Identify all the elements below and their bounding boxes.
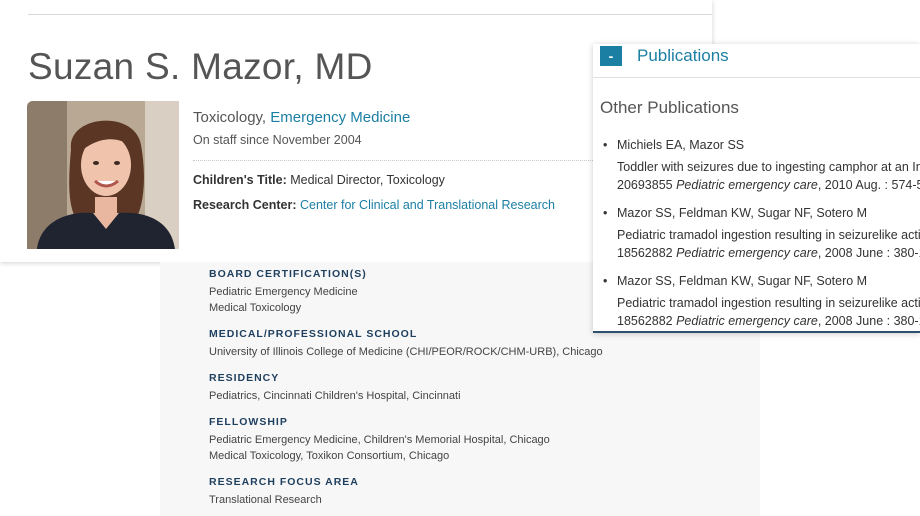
publication-pmid: 18562882 — [617, 314, 677, 328]
medical-school-section: MEDICAL/PROFESSIONAL SCHOOL University o… — [209, 328, 603, 360]
bullet-icon: • — [603, 138, 608, 152]
publication-journal: Pediatric emergency care — [676, 314, 818, 328]
medical-school-heading: MEDICAL/PROFESSIONAL SCHOOL — [209, 328, 418, 340]
publication-title[interactable]: Pediatric tramadol ingestion resulting i… — [617, 228, 920, 242]
childrens-title-value: Medical Director, Toxicology — [286, 173, 445, 187]
bullet-icon: • — [603, 206, 608, 220]
publication-journal: Pediatric emergency care — [676, 246, 818, 260]
publication-item: • Mazor SS, Feldman KW, Sugar NF, Sotero … — [603, 272, 920, 330]
board-certification-heading: BOARD CERTIFICATION(S) — [209, 268, 367, 280]
publication-item: • Michiels EA, Mazor SS Toddler with seiz… — [603, 136, 920, 194]
publication-title[interactable]: Pediatric tramadol ingestion resulting i… — [617, 296, 920, 310]
research-focus-item: Translational Research — [209, 494, 322, 506]
doctor-name: Suzan S. Mazor, MD — [28, 46, 373, 87]
specialty-primary: Toxicology, — [193, 109, 271, 126]
fellowship-item: Pediatric Emergency Medicine, Children's… — [209, 434, 550, 446]
research-center-link[interactable]: Center for Clinical and Translational Re… — [300, 198, 555, 212]
specialty-emergency-medicine-link[interactable]: Emergency Medicine — [270, 109, 410, 126]
publication-citation: , 2008 June : 380-1 — [817, 246, 920, 260]
research-center-row: Research Center: Center for Clinical and… — [193, 198, 555, 212]
publication-authors: Mazor SS, Feldman KW, Sugar NF, Sotero M — [617, 274, 868, 288]
board-certification-section: BOARD CERTIFICATION(S) Pediatric Emergen… — [209, 268, 367, 316]
fellowship-section: FELLOWSHIP Pediatric Emergency Medicine,… — [209, 416, 550, 464]
childrens-title-label: Children's Title: — [193, 173, 287, 187]
research-focus-section: RESEARCH FOCUS AREA Translational Resear… — [209, 476, 359, 508]
publication-item: • Mazor SS, Feldman KW, Sugar NF, Sotero … — [603, 204, 920, 262]
publication-pmid: 20693855 — [617, 178, 677, 192]
childrens-title-row: Children's Title: Medical Director, Toxi… — [193, 173, 445, 187]
research-focus-heading: RESEARCH FOCUS AREA — [209, 476, 359, 488]
publication-citation: , 2010 Aug. : 574-5 — [817, 178, 920, 192]
portrait-illustration — [27, 101, 179, 249]
publication-citation: , 2008 June : 380-1 — [817, 314, 920, 328]
fellowship-item: Medical Toxicology, Toxikon Consortium, … — [209, 450, 450, 462]
residency-heading: RESIDENCY — [209, 372, 280, 384]
dotted-divider — [193, 160, 593, 161]
research-center-label: Research Center: — [193, 198, 297, 212]
residency-item: Pediatrics, Cincinnati Children's Hospit… — [209, 390, 461, 402]
doctor-photo — [27, 101, 179, 249]
publication-title[interactable]: Toddler with seizures due to ingesting c… — [617, 160, 920, 174]
publications-divider — [593, 77, 920, 78]
board-certification-item: Pediatric Emergency Medicine — [209, 286, 358, 298]
other-publications-heading: Other Publications — [600, 98, 739, 117]
residency-section: RESIDENCY Pediatrics, Cincinnati Childre… — [209, 372, 461, 404]
top-divider — [28, 14, 712, 15]
publications-title[interactable]: Publications — [637, 46, 729, 66]
bullet-icon: • — [603, 274, 608, 288]
publications-panel: - Publications Other Publications • Michi… — [593, 44, 920, 333]
board-certification-item: Medical Toxicology — [209, 302, 302, 314]
publication-journal: Pediatric emergency care — [676, 178, 818, 192]
publication-pmid: 18562882 — [617, 246, 677, 260]
fellowship-heading: FELLOWSHIP — [209, 416, 288, 428]
specialty-line: Toxicology, Emergency Medicine — [193, 109, 410, 126]
medical-school-item: University of Illinois College of Medici… — [209, 346, 603, 358]
publication-authors: Michiels EA, Mazor SS — [617, 138, 745, 152]
publication-authors: Mazor SS, Feldman KW, Sugar NF, Sotero M — [617, 206, 868, 220]
staff-since: On staff since November 2004 — [193, 133, 362, 147]
publications-collapse-button[interactable]: - — [600, 46, 622, 66]
